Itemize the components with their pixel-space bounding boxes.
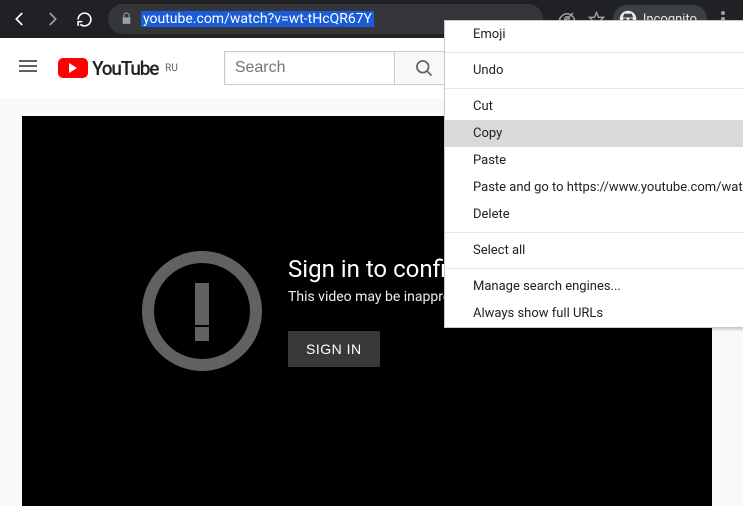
- search-input[interactable]: [224, 51, 394, 85]
- lock-icon: [120, 10, 133, 29]
- context-menu-item[interactable]: Select all: [445, 237, 743, 264]
- context-menu-item[interactable]: Emoji: [445, 21, 743, 48]
- youtube-logo[interactable]: YouTube RU: [58, 57, 178, 80]
- youtube-play-icon: [58, 58, 88, 78]
- context-menu-item[interactable]: Paste and go to https://www.youtube.com/…: [445, 174, 743, 201]
- back-button[interactable]: [6, 5, 34, 33]
- context-menu-item[interactable]: Cut: [445, 93, 743, 120]
- context-menu-item[interactable]: Always show full URLs: [445, 300, 743, 327]
- context-menu-separator: [445, 232, 743, 233]
- context-menu-separator: [445, 88, 743, 89]
- reload-button[interactable]: [70, 5, 98, 33]
- search-box: [224, 51, 454, 85]
- context-menu-item[interactable]: Manage search engines...: [445, 273, 743, 300]
- context-menu-item[interactable]: Delete: [445, 201, 743, 228]
- search-icon: [414, 58, 434, 78]
- url-text: youtube.com/watch?v=wt-tHcQR67Y: [141, 11, 374, 27]
- context-menu-separator: [445, 52, 743, 53]
- forward-button[interactable]: [38, 5, 66, 33]
- exclamation-icon: [142, 251, 262, 371]
- youtube-region: RU: [165, 63, 178, 74]
- context-menu: Emoji Undo CutCopyPastePaste and go to htt…: [444, 20, 743, 328]
- context-menu-item[interactable]: Undo: [445, 57, 743, 84]
- sign-in-button[interactable]: SIGN IN: [288, 331, 380, 367]
- youtube-logo-text: YouTube: [92, 57, 158, 80]
- context-menu-item[interactable]: Copy: [445, 120, 743, 147]
- hamburger-menu-icon[interactable]: [16, 54, 40, 82]
- context-menu-item[interactable]: Paste: [445, 147, 743, 174]
- context-menu-separator: [445, 268, 743, 269]
